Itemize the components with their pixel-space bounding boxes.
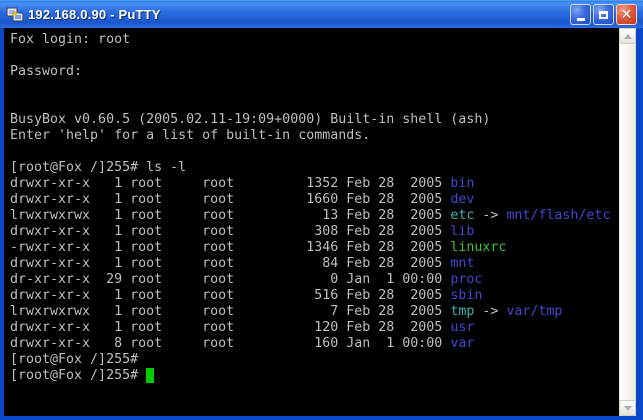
terminal-text-segment: Enter 'help' for a list of built-in comm… [10,128,370,143]
terminal-line: [root@Fox /]255# [10,352,619,368]
terminal-line [10,80,619,96]
terminal-line: drwxr-xr-x 1 root root 516 Feb 28 2005 s… [10,288,619,304]
close-icon: ✕ [621,8,633,22]
terminal-text-segment: Password: [10,64,82,79]
terminal-text-segment: BusyBox v0.60.5 (2005.02.11-19:09+0000) … [10,112,490,127]
terminal-text-segment: usr [450,320,474,335]
terminal-line: Fox login: root [10,32,619,48]
terminal-text-segment: drwxr-xr-x 1 root root 308 Feb 28 2005 [10,224,450,239]
terminal-text-segment: linuxrc [450,240,506,255]
scrollbar-down-button[interactable] [619,400,636,416]
terminal-text-segment: sbin [450,288,482,303]
terminal-screen[interactable]: Fox login: root Password: BusyBox v0.60.5 … [4,28,619,416]
terminal-text-segment: drwxr-xr-x 1 root root 1660 Feb 28 2005 [10,192,450,207]
terminal-text-segment: -rwxr-xr-x 1 root root 1346 Feb 28 2005 [10,240,450,255]
terminal-line: lrwxrwxrwx 1 root root 7 Feb 28 2005 tmp… [10,304,619,320]
scrollbar-up-button[interactable] [619,28,636,44]
terminal-text-segment: drwxr-xr-x 1 root root 1352 Feb 28 2005 [10,176,450,191]
terminal-line: drwxr-xr-x 1 root root 84 Feb 28 2005 mn… [10,256,619,272]
scrollbar-thumb[interactable] [619,44,636,400]
maximize-button[interactable] [593,4,614,25]
terminal-text-segment: bin [450,176,474,191]
terminal-text-segment: -> [474,304,506,319]
terminal-line [10,48,619,64]
terminal-line: Enter 'help' for a list of built-in comm… [10,128,619,144]
terminal-line: -rwxr-xr-x 1 root root 1346 Feb 28 2005 … [10,240,619,256]
terminal-text-segment: drwxr-xr-x 1 root root 120 Feb 28 2005 [10,320,450,335]
terminal-text-segment: tmp [450,304,474,319]
terminal-text-segment: lrwxrwxrwx 1 root root 13 Feb 28 2005 [10,208,450,223]
scrollbar[interactable] [619,28,636,416]
terminal-text-segment: lib [450,224,474,239]
terminal-line [10,144,619,160]
terminal-text-segment: proc [450,272,482,287]
terminal-line: drwxr-xr-x 1 root root 308 Feb 28 2005 l… [10,224,619,240]
terminal-text-segment: dr-xr-xr-x 29 root root 0 Jan 1 00:00 [10,272,450,287]
minimize-icon [577,18,585,21]
terminal-text-segment: [root@Fox /]255# [10,368,146,383]
arrow-down-icon [624,406,632,411]
terminal-text-segment: -> [474,208,506,223]
terminal-text-segment: drwxr-xr-x 8 root root 160 Jan 1 00:00 [10,336,450,351]
title-bar[interactable]: 192.168.0.90 - PuTTY ✕ [0,0,643,28]
terminal-cursor [146,368,154,383]
terminal-line: dr-xr-xr-x 29 root root 0 Jan 1 00:00 pr… [10,272,619,288]
terminal-text-segment: drwxr-xr-x 1 root root 84 Feb 28 2005 [10,256,450,271]
putty-icon [6,6,24,24]
window-title: 192.168.0.90 - PuTTY [28,7,570,22]
minimize-button[interactable] [570,4,591,25]
terminal-text-segment: Fox login: root [10,32,130,47]
terminal-line: drwxr-xr-x 1 root root 120 Feb 28 2005 u… [10,320,619,336]
terminal-text-segment: var [450,336,474,351]
terminal-text-segment: dev [450,192,474,207]
terminal-line: drwxr-xr-x 1 root root 1352 Feb 28 2005 … [10,176,619,192]
close-button[interactable]: ✕ [616,4,637,25]
putty-window: 192.168.0.90 - PuTTY ✕ Fox login: root Pa… [0,0,643,420]
terminal-line: drwxr-xr-x 8 root root 160 Jan 1 00:00 v… [10,336,619,352]
terminal-line: lrwxrwxrwx 1 root root 13 Feb 28 2005 et… [10,208,619,224]
terminal-line [10,96,619,112]
terminal-text-segment: lrwxrwxrwx 1 root root 7 Feb 28 2005 [10,304,450,319]
maximize-icon [599,11,608,19]
terminal-line: Password: [10,64,619,80]
terminal-line: [root@Fox /]255# ls -l [10,160,619,176]
terminal-text-segment: [root@Fox /]255# ls -l [10,160,186,175]
terminal-text-segment: mnt/flash/etc [506,208,610,223]
terminal-line: drwxr-xr-x 1 root root 1660 Feb 28 2005 … [10,192,619,208]
terminal-line: BusyBox v0.60.5 (2005.02.11-19:09+0000) … [10,112,619,128]
terminal-text-segment: etc [450,208,474,223]
terminal-line: [root@Fox /]255# [10,368,619,384]
terminal-text-segment: [root@Fox /]255# [10,352,138,367]
terminal-text-segment: var/tmp [506,304,562,319]
client-area: Fox login: root Password: BusyBox v0.60.5 … [4,28,636,416]
window-controls: ✕ [570,4,637,25]
arrow-up-icon [624,34,632,39]
terminal-text-segment: drwxr-xr-x 1 root root 516 Feb 28 2005 [10,288,450,303]
terminal-text-segment: mnt [450,256,474,271]
